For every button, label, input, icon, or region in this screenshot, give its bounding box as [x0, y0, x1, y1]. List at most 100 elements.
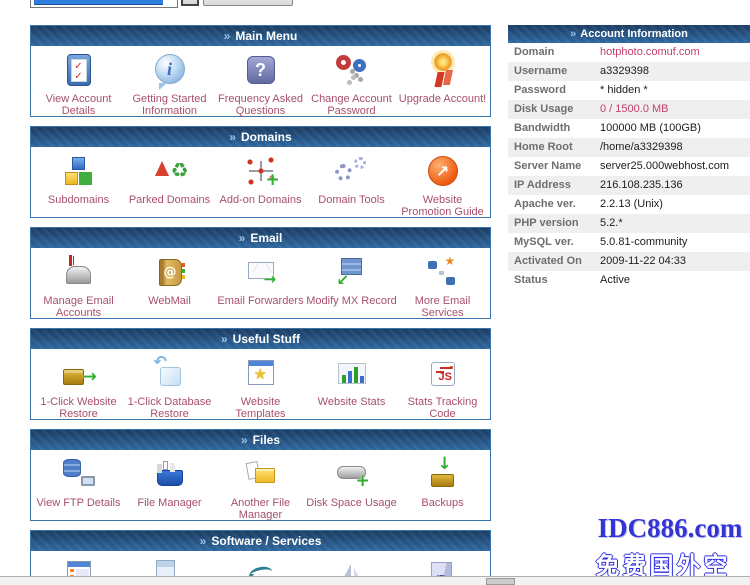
- menu-item-website-restore[interactable]: 1-Click Website Restore: [33, 354, 124, 413]
- menu-item-backups[interactable]: Backups: [397, 455, 488, 514]
- account-row: Apache ver.2.2.13 (Unix): [508, 195, 750, 214]
- row-label: Home Root: [508, 138, 600, 157]
- section-main-menu: »Main Menu View Account Details Getting …: [30, 25, 491, 117]
- bar-chart-icon: [332, 354, 372, 394]
- account-row: Usernamea3329398: [508, 62, 750, 81]
- menu-item-label: Parked Domains: [124, 194, 215, 206]
- section-header: »Email: [31, 228, 490, 248]
- menu-item-website-templates[interactable]: Website Templates: [215, 354, 306, 413]
- menu-item-another-file-manager[interactable]: Another File Manager: [215, 455, 306, 514]
- menu-item-change-password[interactable]: Change Account Password: [306, 51, 397, 110]
- menu-item-subdomains[interactable]: Subdomains: [33, 152, 124, 211]
- menu-item-label: View FTP Details: [33, 497, 124, 509]
- section-title: Domains: [241, 130, 292, 144]
- menu-item-view-account-details[interactable]: View Account Details: [33, 51, 124, 110]
- row-value: 5.2.*: [600, 214, 750, 233]
- row-label: MySQL ver.: [508, 233, 600, 252]
- menu-item-label: Stats Tracking Code: [397, 396, 488, 420]
- cubes-icon: [59, 152, 99, 192]
- create-new-button[interactable]: Create New: [203, 0, 293, 6]
- row-value: 2009-11-22 04:33: [600, 252, 750, 271]
- menu-item-label: Change Account Password: [306, 93, 397, 117]
- gears-icon: [332, 152, 372, 192]
- menu-item-domain-tools[interactable]: Domain Tools: [306, 152, 397, 211]
- menu-item-modify-mx[interactable]: Modify MX Record: [306, 253, 397, 312]
- go-button[interactable]: Go: [181, 0, 199, 6]
- section-title: Main Menu: [235, 29, 297, 43]
- section-title: Useful Stuff: [233, 332, 300, 346]
- menu-item-more-email-services[interactable]: More Email Services: [397, 253, 488, 312]
- js-badge-icon: [423, 354, 463, 394]
- menu-column: » Main Menu View Account Details Getting …: [30, 25, 491, 585]
- account-row: Password* hidden *: [508, 81, 750, 100]
- menu-item-label: Frequency Asked Questions: [215, 93, 306, 117]
- chevrons-marker: »: [200, 534, 207, 548]
- section-header: »Files: [31, 430, 490, 450]
- info-bubble-icon: [150, 51, 190, 91]
- menu-item-label: File Manager: [124, 497, 215, 509]
- question-mark-icon: [241, 51, 281, 91]
- chevrons-marker: »: [239, 231, 246, 245]
- row-label: Status: [508, 271, 600, 290]
- menu-item-label: WebMail: [124, 295, 215, 307]
- folder-page-icon: [241, 455, 281, 495]
- row-label: PHP version: [508, 214, 600, 233]
- chevrons-marker: »: [229, 130, 236, 144]
- row-value: 100000 MB (100GB): [600, 119, 750, 138]
- menu-item-website-promotion[interactable]: Website Promotion Guide: [397, 152, 488, 211]
- domain-link[interactable]: hotphoto.comuf.com: [600, 43, 750, 62]
- menu-item-stats-tracking-code[interactable]: Stats Tracking Code: [397, 354, 488, 413]
- menu-item-webmail[interactable]: WebMail: [124, 253, 215, 312]
- menu-item-label: Modify MX Record: [306, 295, 397, 307]
- menu-item-label: Manage Email Accounts: [33, 295, 124, 319]
- award-ribbon-icon: [423, 51, 463, 91]
- row-label: Bandwidth: [508, 119, 600, 138]
- menu-item-label: Disk Space Usage: [306, 497, 397, 509]
- section-title: Software / Services: [211, 534, 321, 548]
- menu-item-file-manager[interactable]: File Manager: [124, 455, 215, 514]
- menu-item-website-stats[interactable]: Website Stats: [306, 354, 397, 413]
- account-row: Domainhotphoto.comuf.com: [508, 43, 750, 62]
- envelope-forward-icon: [241, 253, 281, 293]
- menu-item-label: Domain Tools: [306, 194, 397, 206]
- menu-item-addon-domains[interactable]: Add-on Domains: [215, 152, 306, 211]
- domain-input[interactable]: [30, 0, 178, 8]
- section-domains: » Domains Subdomains Parked Domains Add-o…: [30, 126, 491, 218]
- account-row: Server Nameserver25.000webhost.com: [508, 157, 750, 176]
- menu-item-getting-started[interactable]: Getting Started Information: [124, 51, 215, 110]
- menu-item-email-forwarders[interactable]: Email Forwarders: [215, 253, 306, 312]
- menu-item-database-restore[interactable]: 1-Click Database Restore: [124, 354, 215, 413]
- row-label: Domain: [508, 43, 600, 62]
- menu-item-faq[interactable]: Frequency Asked Questions: [215, 51, 306, 110]
- address-book-icon: [150, 253, 190, 293]
- section-header: »Useful Stuff: [31, 329, 490, 349]
- section-body: 1-Click Website Restore 1-Click Database…: [31, 349, 490, 419]
- menu-item-view-ftp-details[interactable]: View FTP Details: [33, 455, 124, 514]
- box-arrow-icon: [59, 354, 99, 394]
- nodes-diagram-icon: [423, 253, 463, 293]
- section-body: View Account Details Getting Started Inf…: [31, 46, 490, 116]
- account-row: PHP version5.2.*: [508, 214, 750, 233]
- account-row: Home Root/home/a3329398: [508, 138, 750, 157]
- menu-item-upgrade-account[interactable]: Upgrade Account!: [397, 51, 488, 110]
- section-files: »Files View FTP Details File Manager Ano…: [30, 429, 491, 521]
- scrollbar-thumb[interactable]: [486, 578, 515, 585]
- account-info-header: »Account Information: [508, 25, 750, 43]
- row-value: 0 / 1500.0 MB: [600, 100, 750, 119]
- account-row: StatusActive: [508, 271, 750, 290]
- section-body: View FTP Details File Manager Another Fi…: [31, 450, 490, 520]
- menu-item-parked-domains[interactable]: Parked Domains: [124, 152, 215, 211]
- cube-restore-icon: [150, 354, 190, 394]
- keys-icon: [332, 51, 372, 91]
- row-value: /home/a3329398: [600, 138, 750, 157]
- network-plus-icon: [241, 152, 281, 192]
- horizontal-scrollbar[interactable]: [0, 576, 750, 585]
- section-title: Files: [253, 433, 280, 447]
- menu-item-disk-space-usage[interactable]: Disk Space Usage: [306, 455, 397, 514]
- menu-item-label: Website Promotion Guide: [397, 194, 488, 218]
- menu-item-label: Upgrade Account!: [397, 93, 488, 105]
- menu-item-manage-email[interactable]: Manage Email Accounts: [33, 253, 124, 312]
- chevrons-marker: »: [570, 28, 576, 40]
- row-value: 2.2.13 (Unix): [600, 195, 750, 214]
- server-arrow-icon: [332, 253, 372, 293]
